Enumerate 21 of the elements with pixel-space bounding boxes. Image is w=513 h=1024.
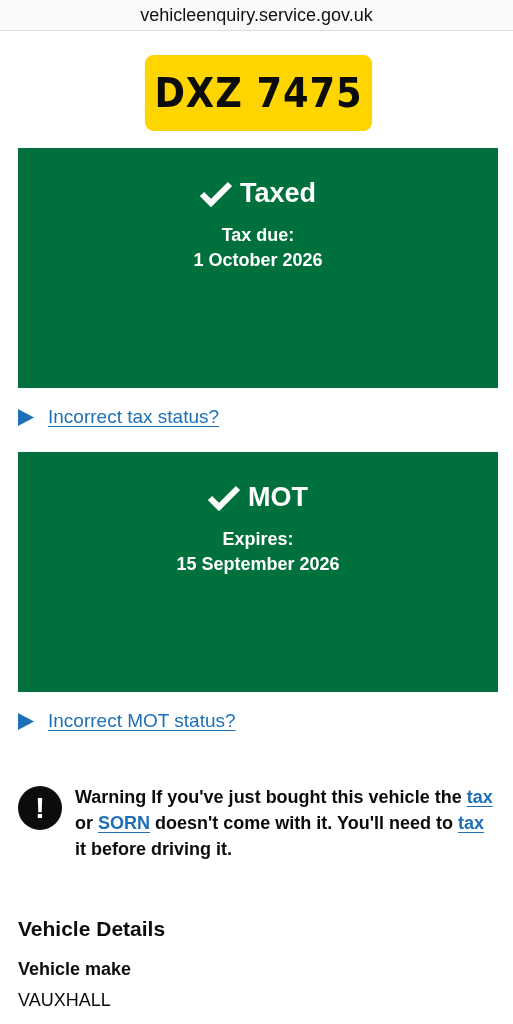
triangle-icon[interactable]: [18, 408, 34, 426]
status-title: Taxed: [240, 178, 316, 209]
check-icon: [208, 484, 240, 511]
check-icon: [200, 180, 232, 207]
details-link[interactable]: Incorrect MOT status?: [48, 710, 236, 732]
registration-plate: DXZ 7475: [144, 55, 372, 131]
status-title: MOT: [248, 482, 308, 513]
section-heading: Vehicle Details: [18, 917, 167, 941]
status-label: Tax due:: [221, 224, 295, 247]
triangle-icon[interactable]: [18, 712, 34, 730]
inline-link[interactable]: SORN: [98, 813, 151, 833]
inline-link[interactable]: tax: [457, 813, 484, 833]
warning-text: Warning If you've just bought this vehicle the tax or SORN doesn't come with it. You'll need to tax it before driving it.: [75, 786, 494, 861]
warning-icon: !: [18, 786, 62, 830]
details-link[interactable]: Incorrect tax status?: [48, 406, 220, 428]
inline-link[interactable]: tax: [466, 787, 493, 807]
field-value: VAUXHALL: [18, 990, 112, 1011]
status-date: 1 October 2026: [193, 249, 323, 272]
status-date: 15 September 2026: [176, 553, 340, 576]
field-label: Vehicle make: [18, 959, 133, 980]
status-label: Expires:: [222, 528, 294, 551]
